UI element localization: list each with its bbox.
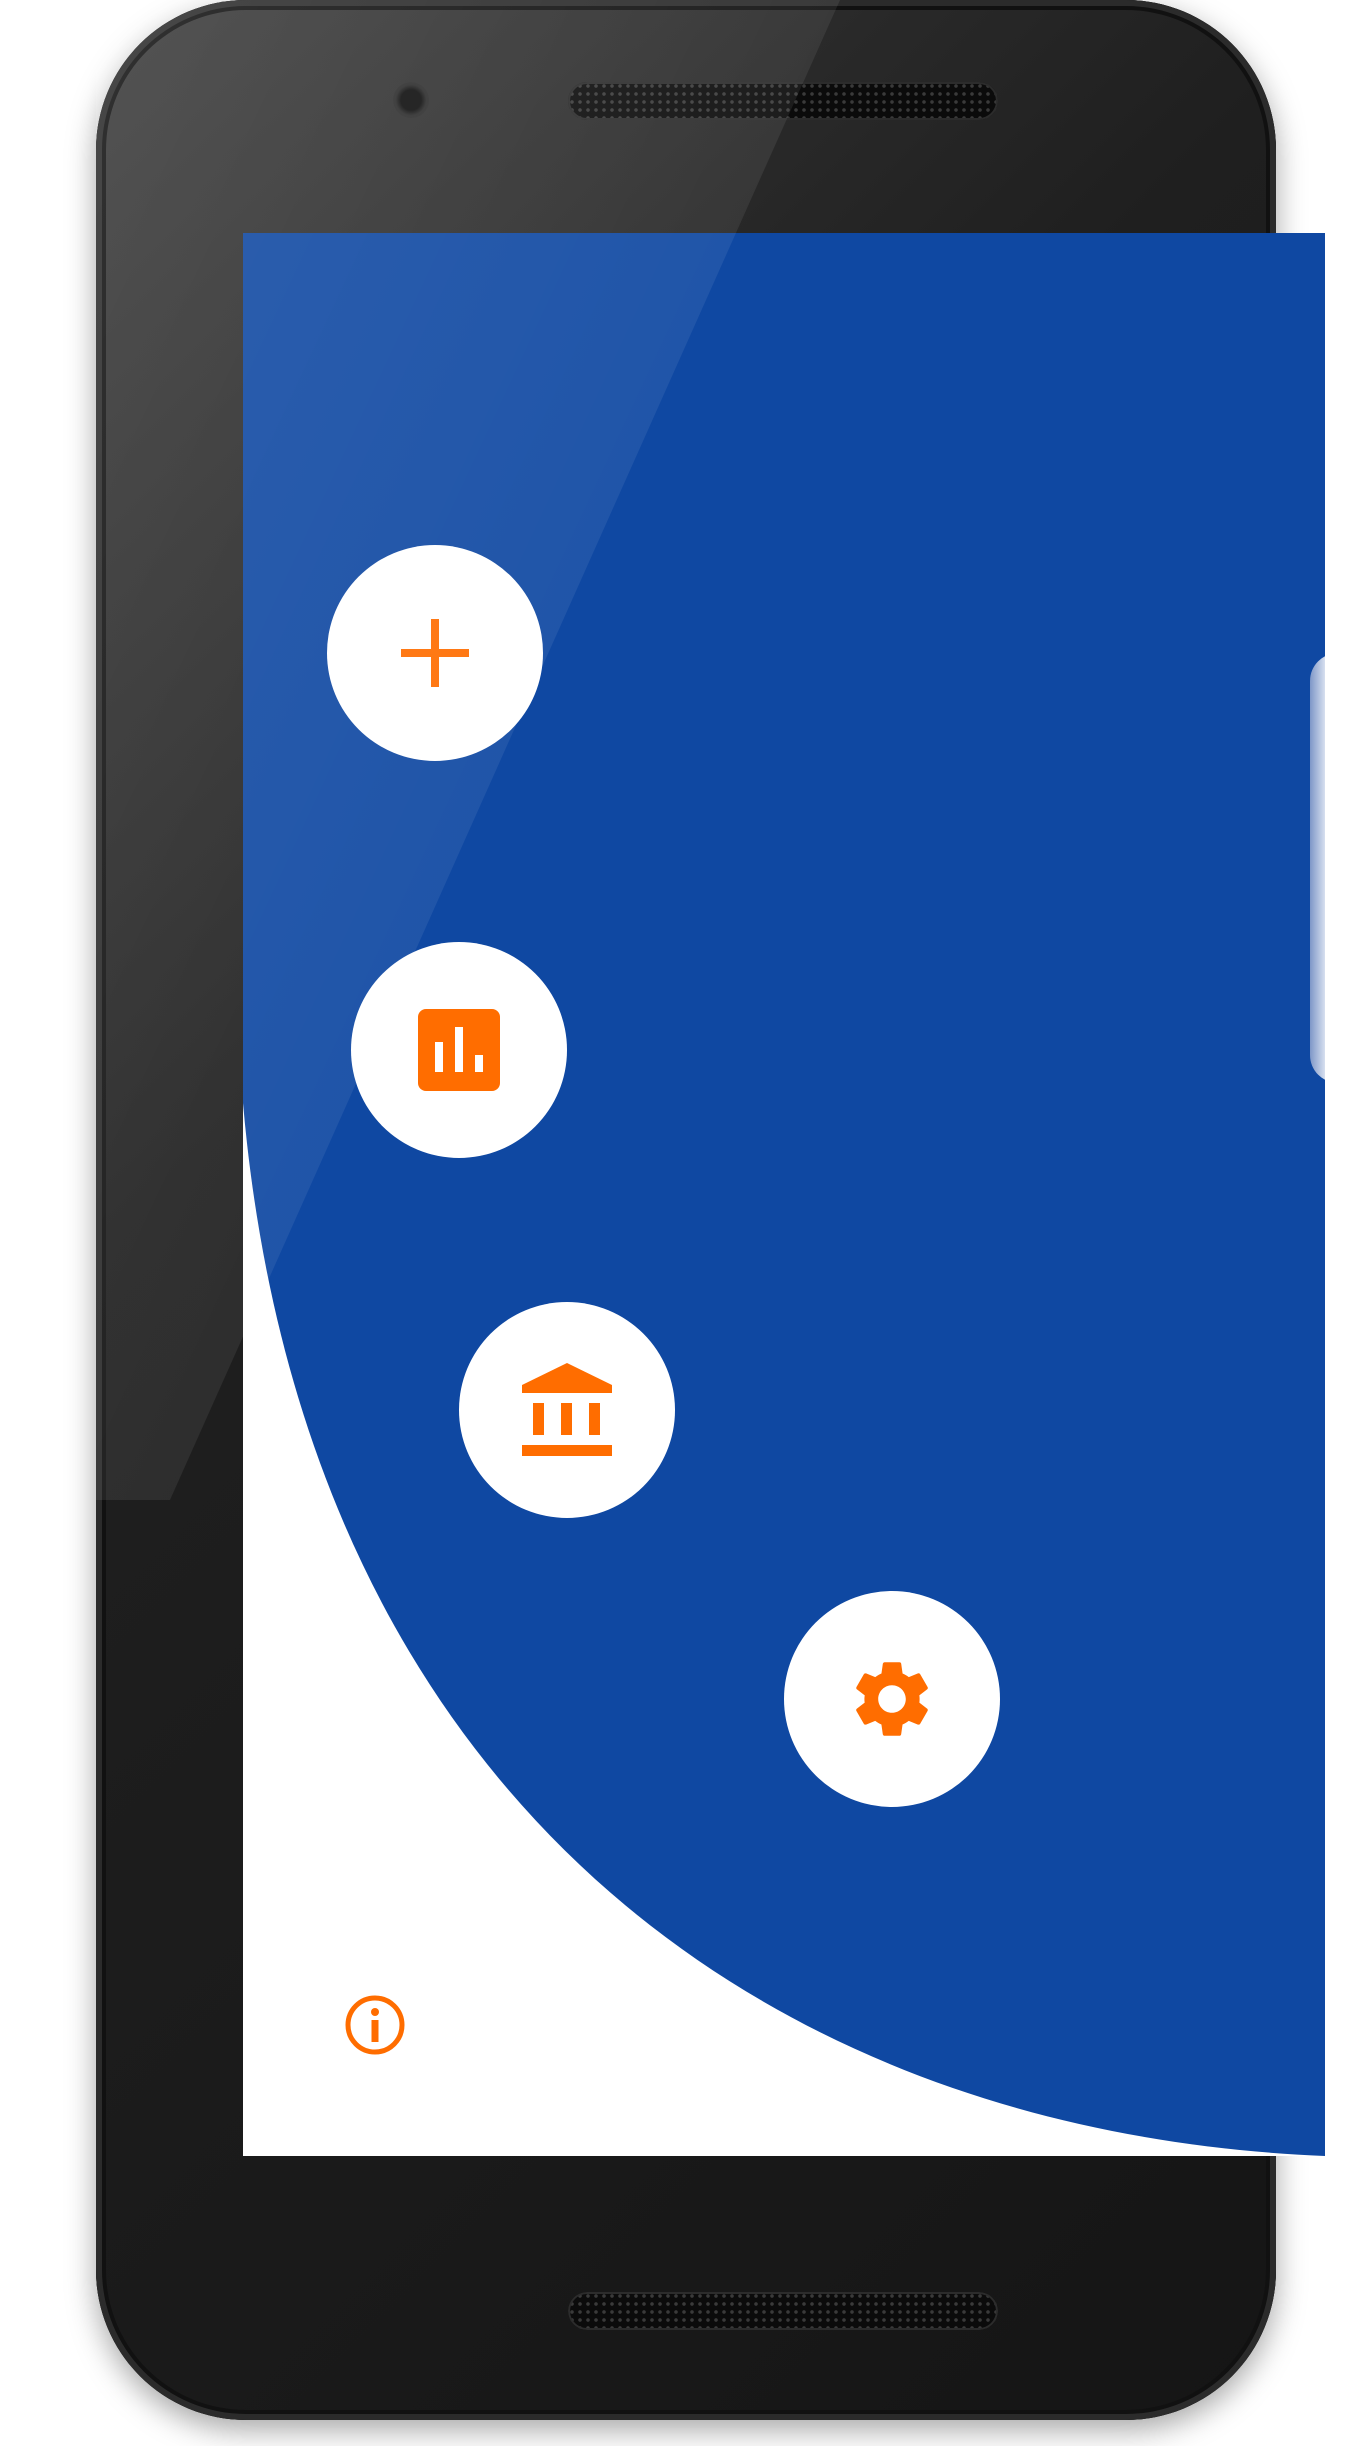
app-screen <box>243 233 1325 2156</box>
top-speaker-grille <box>568 82 998 120</box>
bank-button[interactable] <box>459 1302 675 1518</box>
info-icon <box>345 1995 405 2055</box>
gear-icon <box>856 1662 928 1736</box>
blue-background-shape <box>243 233 1325 2156</box>
device-frame-stage <box>0 0 1370 2446</box>
plus-icon <box>401 619 469 687</box>
drawer-edge-handle[interactable] <box>1310 653 1325 1083</box>
add-button[interactable] <box>327 545 543 761</box>
phone-body <box>96 0 1325 2420</box>
bottom-speaker-grille <box>568 2292 998 2330</box>
bar-chart-icon <box>418 1009 500 1091</box>
statistics-button[interactable] <box>351 942 567 1158</box>
info-button[interactable] <box>343 1993 407 2057</box>
settings-button[interactable] <box>784 1591 1000 1807</box>
bank-icon <box>522 1363 612 1456</box>
front-camera <box>393 82 429 118</box>
